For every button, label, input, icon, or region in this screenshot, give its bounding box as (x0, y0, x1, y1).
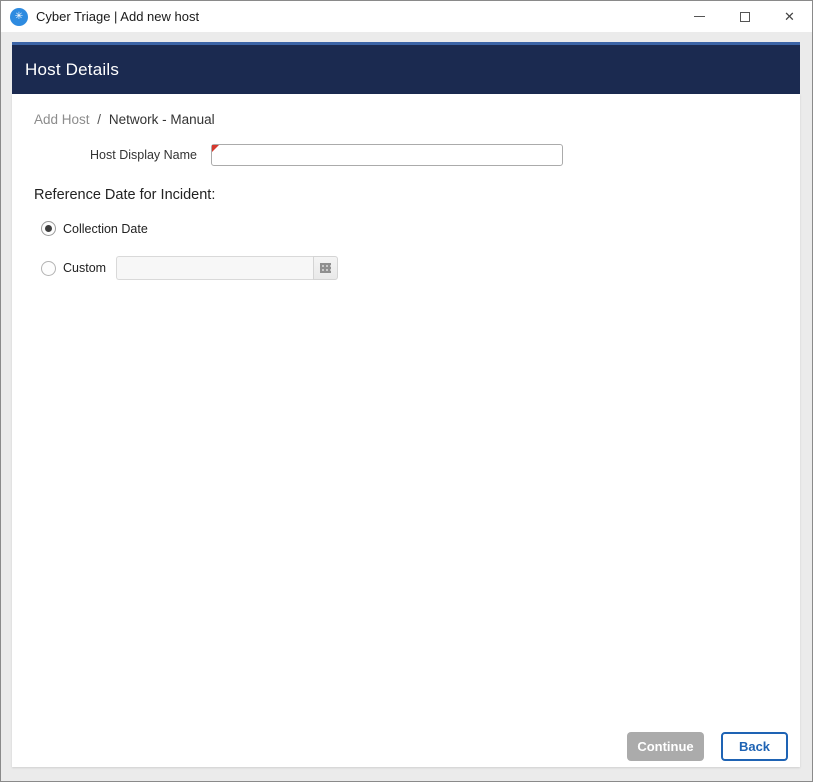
reference-date-label: Reference Date for Incident: (34, 187, 800, 203)
content-card: Add Host / Network - Manual Host Display… (12, 94, 800, 767)
collection-date-option: Collection Date (41, 221, 800, 236)
maximize-icon (740, 12, 750, 22)
continue-button[interactable]: Continue (627, 732, 704, 761)
window-body: Host Details Add Host / Network - Manual… (1, 32, 812, 781)
host-display-name-label: Host Display Name (12, 148, 197, 162)
collection-date-radio[interactable] (41, 221, 56, 236)
minimize-button[interactable] (677, 1, 722, 32)
required-marker-icon (212, 145, 219, 152)
host-display-name-input[interactable] (211, 144, 563, 166)
calendar-picker-button[interactable] (313, 256, 338, 280)
page-title: Host Details (25, 60, 119, 80)
collection-date-radio-label[interactable]: Collection Date (63, 222, 148, 236)
close-button[interactable]: ✕ (767, 1, 812, 32)
custom-date-input[interactable] (116, 256, 313, 280)
window-title: Cyber Triage | Add new host (36, 9, 199, 24)
host-display-name-input-wrap (211, 144, 563, 166)
titlebar: ✳ Cyber Triage | Add new host ✕ (1, 1, 812, 32)
panel-header: Host Details (12, 42, 800, 94)
cyber-triage-logo-icon: ✳ (10, 8, 28, 26)
back-button[interactable]: Back (721, 732, 788, 761)
calendar-icon (320, 263, 331, 273)
custom-date-radio[interactable] (41, 261, 56, 276)
breadcrumb-separator: / (97, 112, 101, 127)
custom-date-option: Custom (41, 256, 800, 280)
close-icon: ✕ (784, 10, 795, 23)
add-host-window: ✳ Cyber Triage | Add new host ✕ Host Det… (0, 0, 813, 782)
breadcrumb-add-host[interactable]: Add Host (34, 112, 90, 127)
breadcrumb: Add Host / Network - Manual (34, 112, 800, 127)
custom-date-input-group (116, 256, 338, 280)
minimize-icon (694, 16, 705, 17)
custom-date-radio-label[interactable]: Custom (63, 261, 106, 275)
host-display-name-row: Host Display Name (12, 144, 800, 166)
footer-actions: Continue Back (627, 732, 788, 761)
maximize-button[interactable] (722, 1, 767, 32)
breadcrumb-current: Network - Manual (109, 112, 215, 127)
